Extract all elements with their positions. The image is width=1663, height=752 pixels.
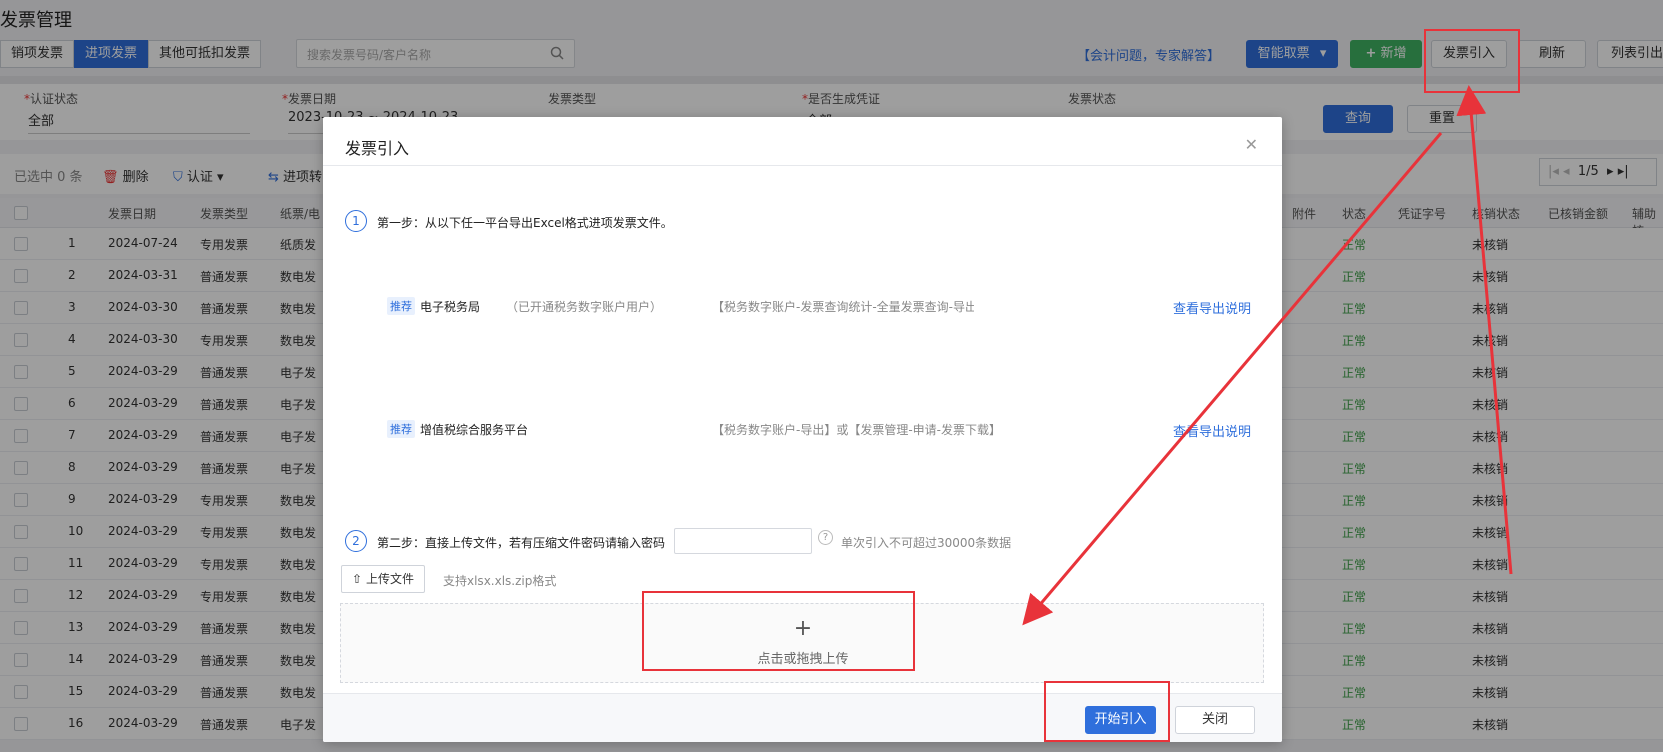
invoice-management-page: 发票管理 销项发票 进项发票 其他可抵扣发票 搜索发票号码/客户名称 【会计问题… (0, 0, 1663, 752)
annotation-arrow-up (1456, 85, 1513, 575)
annotation-arrow-down (1022, 132, 1443, 626)
annotation-arrows (1022, 85, 1513, 626)
